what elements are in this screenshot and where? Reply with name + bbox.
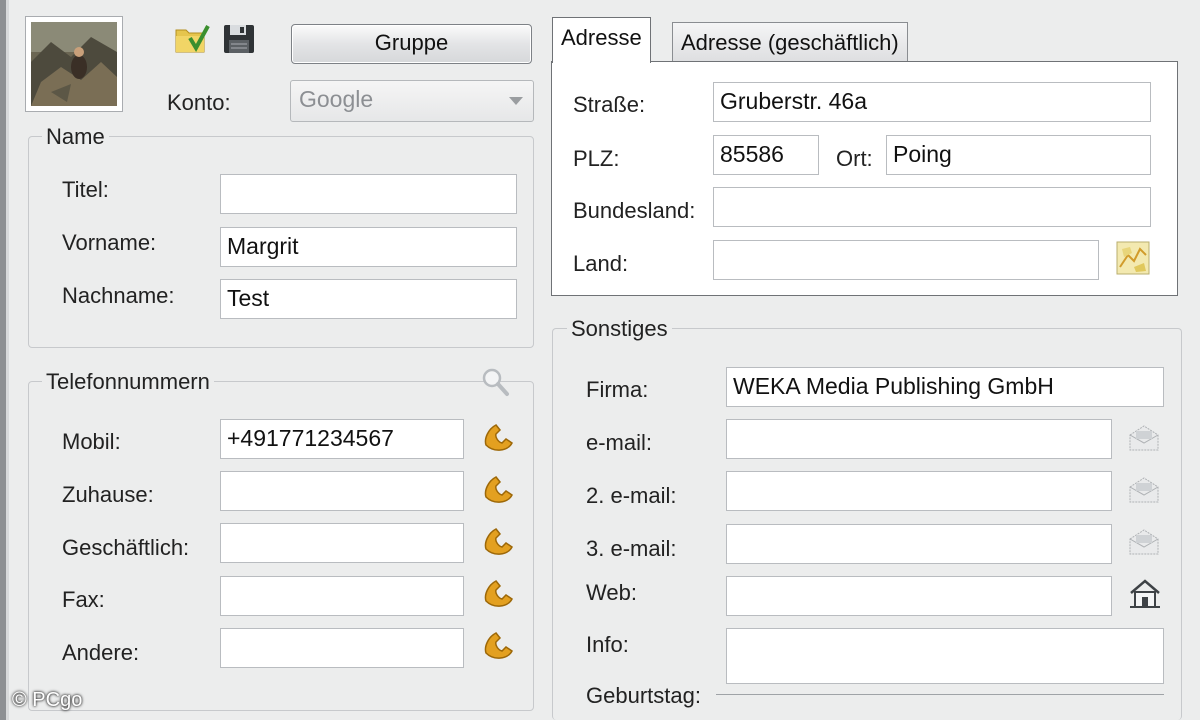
last-name-label: Nachname: [62,283,175,308]
zip-field[interactable]: 85586 [713,135,819,175]
business-phone-field[interactable] [220,523,464,563]
phone-icon[interactable] [482,525,516,559]
phone-icon[interactable] [482,421,516,455]
home-field[interactable] [220,471,464,511]
birthday-label: Geburtstag: [586,683,705,709]
name-group-title: Name [42,124,109,150]
birthday-divider [716,694,1164,695]
title-field[interactable] [220,174,517,214]
phone-group-title: Telefonnummern [42,369,214,395]
info-label: Info: [586,632,629,657]
group-button[interactable]: Gruppe [291,24,532,64]
other-phone-label: Andere: [62,640,140,665]
email2-field[interactable] [726,471,1112,511]
tab-business-address[interactable]: Adresse (geschäftlich) [672,22,908,61]
email2-label: 2. e-mail: [586,483,677,508]
mobile-label: Mobil: [62,429,121,454]
account-label: Konto: [167,90,231,115]
state-field[interactable] [713,187,1151,227]
phone-icon[interactable] [482,473,516,507]
watermark: © PCgo [12,689,83,711]
house-icon[interactable] [1128,578,1162,610]
company-label: Firma: [586,377,649,402]
phone-icon[interactable] [482,629,516,663]
fax-label: Fax: [62,587,105,612]
city-label: Ort: [836,146,873,171]
first-name-label: Vorname: [62,230,157,255]
window-edge-highlight [6,0,9,720]
business-phone-label: Geschäftlich: [62,535,190,560]
home-label: Zuhause: [62,482,154,507]
misc-group-title: Sonstiges [567,316,672,342]
email1-field[interactable] [726,419,1112,459]
web-label: Web: [586,580,637,605]
envelope-icon[interactable] [1128,475,1160,505]
state-label: Bundesland: [573,198,696,223]
folder-check-icon[interactable] [174,22,210,56]
contact-photo[interactable] [25,16,123,112]
country-field[interactable] [713,240,1099,280]
save-icon[interactable] [221,22,257,56]
account-select[interactable]: Google [290,80,534,122]
info-field[interactable] [726,628,1164,684]
title-label: Titel: [62,177,109,202]
other-phone-field[interactable] [220,628,464,668]
phone-icon[interactable] [482,577,516,611]
country-label: Land: [573,251,629,276]
email3-field[interactable] [726,524,1112,564]
last-name-field[interactable]: Test [220,279,517,319]
email1-label: e-mail: [586,430,653,455]
fax-field[interactable] [220,576,464,616]
zip-label: PLZ: [573,146,620,171]
tab-address[interactable]: Adresse [552,17,651,63]
map-icon[interactable] [1116,241,1150,275]
account-select-value: Google [299,86,374,112]
web-field[interactable] [726,576,1112,616]
city-field[interactable]: Poing [886,135,1151,175]
company-field[interactable]: WEKA Media Publishing GmbH [726,367,1164,407]
street-field[interactable]: Gruberstr. 46a [713,82,1151,122]
search-icon[interactable] [480,366,510,398]
mobile-field[interactable]: +491771234567 [220,419,464,459]
photo-image [31,22,117,106]
first-name-field[interactable]: Margrit [220,227,517,267]
street-label: Straße: [573,92,646,117]
envelope-icon[interactable] [1128,527,1160,557]
chevron-down-icon [509,97,523,105]
email3-label: 3. e-mail: [586,536,677,561]
envelope-icon[interactable] [1128,423,1160,453]
